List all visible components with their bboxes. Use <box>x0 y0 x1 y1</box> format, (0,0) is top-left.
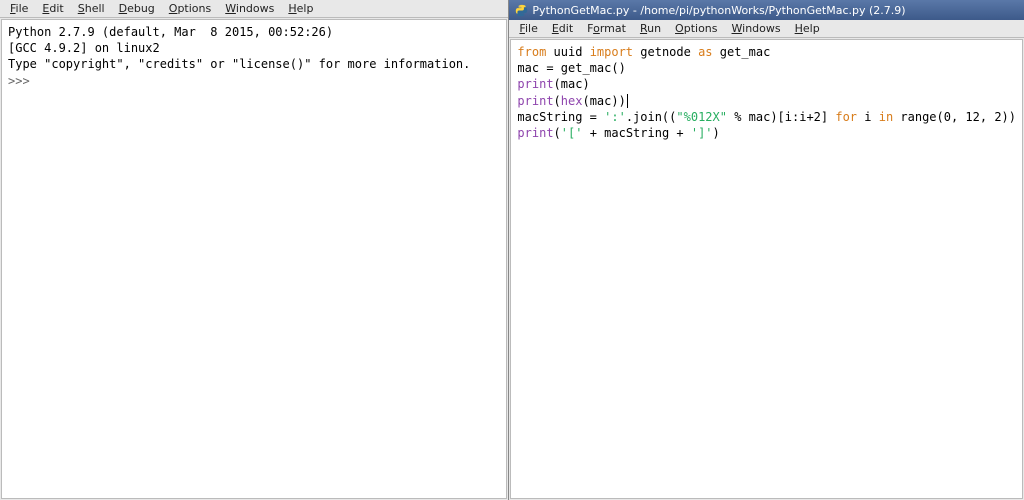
shell-menu-options-label: ptions <box>177 2 211 15</box>
code-line-5: macString = ':'.join(("%012X" % mac)[i:i… <box>517 110 1016 124</box>
shell-menu-file[interactable]: File <box>4 1 34 16</box>
editor-menu-options-label: ptions <box>684 22 718 35</box>
editor-menu-file-label: ile <box>525 22 538 35</box>
shell-line-1: Python 2.7.9 (default, Mar 8 2015, 00:52… <box>8 25 333 39</box>
editor-window: PythonGetMac.py - /home/pi/pythonWorks/P… <box>509 0 1024 500</box>
shell-menu-shell-label: hell <box>85 2 105 15</box>
python-file-icon <box>515 4 528 17</box>
editor-menu-file[interactable]: File <box>513 21 543 36</box>
editor-menu-format-label: rmat <box>600 22 626 35</box>
editor-menubar: File Edit Format Run Options Windows Hel… <box>509 20 1024 38</box>
shell-menu-debug-label: ebug <box>127 2 155 15</box>
shell-menu-help[interactable]: Help <box>282 1 319 16</box>
text-cursor <box>627 94 628 108</box>
shell-menu-options[interactable]: Options <box>163 1 217 16</box>
code-line-6: print('[' + macString + ']') <box>517 126 719 140</box>
editor-menu-run-label: un <box>647 22 661 35</box>
editor-menu-format[interactable]: Format <box>581 21 632 36</box>
shell-prompt: >>> <box>8 74 37 88</box>
code-line-3: print(mac) <box>517 77 589 91</box>
shell-menu-edit-label: dit <box>49 2 63 15</box>
editor-menu-edit-label: dit <box>559 22 573 35</box>
editor-menu-help-label: elp <box>803 22 820 35</box>
python-shell-window: File Edit Shell Debug Options Windows He… <box>0 0 509 500</box>
shell-menu-shell[interactable]: Shell <box>72 1 111 16</box>
editor-menu-edit[interactable]: Edit <box>546 21 579 36</box>
shell-menu-windows[interactable]: Windows <box>219 1 280 16</box>
editor-content[interactable]: from uuid import getnode as get_mac mac … <box>510 39 1023 499</box>
shell-menu-help-label: elp <box>297 2 314 15</box>
shell-menu-file-label: ile <box>16 2 29 15</box>
shell-output[interactable]: Python 2.7.9 (default, Mar 8 2015, 00:52… <box>1 19 507 499</box>
shell-menu-edit[interactable]: Edit <box>36 1 69 16</box>
code-line-4: print(hex(mac)) <box>517 94 625 108</box>
editor-menu-run[interactable]: Run <box>634 21 667 36</box>
code-line-2: mac = get_mac() <box>517 61 625 75</box>
editor-menu-windows[interactable]: Windows <box>726 21 787 36</box>
code-line-1: from uuid import getnode as get_mac <box>517 45 770 59</box>
shell-line-3: Type "copyright", "credits" or "license(… <box>8 57 470 71</box>
shell-menu-windows-label: indows <box>236 2 274 15</box>
editor-titlebar[interactable]: PythonGetMac.py - /home/pi/pythonWorks/P… <box>509 0 1024 20</box>
editor-title: PythonGetMac.py - /home/pi/pythonWorks/P… <box>532 4 905 17</box>
editor-menu-options[interactable]: Options <box>669 21 723 36</box>
shell-menu-debug[interactable]: Debug <box>113 1 161 16</box>
shell-menubar: File Edit Shell Debug Options Windows He… <box>0 0 508 18</box>
editor-menu-windows-label: indows <box>742 22 780 35</box>
shell-line-2: [GCC 4.9.2] on linux2 <box>8 41 160 55</box>
editor-menu-help[interactable]: Help <box>789 21 826 36</box>
